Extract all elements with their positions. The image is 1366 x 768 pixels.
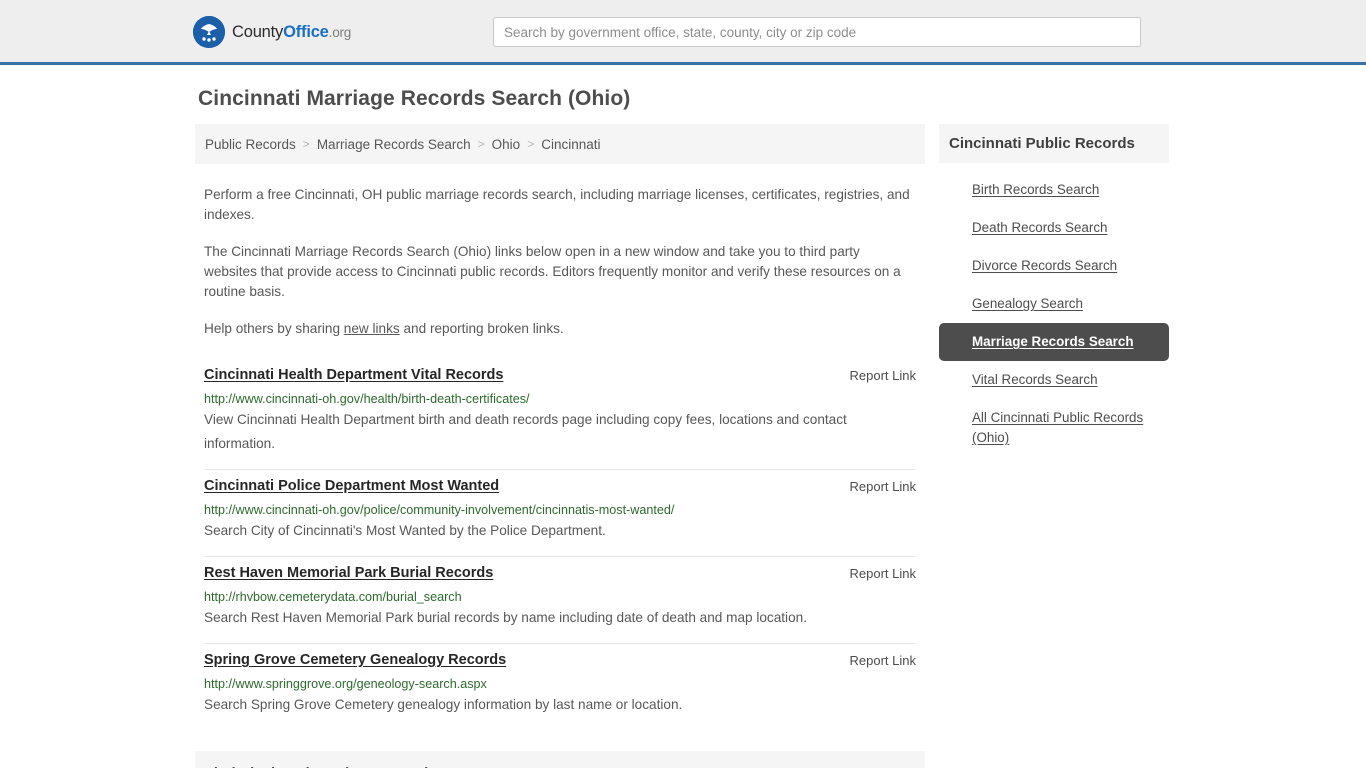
- logo-text-org: .org: [328, 24, 352, 40]
- site-logo[interactable]: CountyOffice.org: [193, 16, 351, 48]
- result-url-link[interactable]: http://www.springgrove.org/geneology-sea…: [204, 677, 916, 691]
- sidebar-title: Cincinnati Public Records: [949, 135, 1135, 152]
- report-link-button[interactable]: Report Link: [850, 478, 916, 494]
- breadcrumb-separator-icon: >: [527, 137, 535, 151]
- sidebar-list-item: Divorce Records Search: [939, 247, 1169, 285]
- sidebar-list: Birth Records Search Death Records Searc…: [939, 163, 1169, 457]
- sidebar-item-all-cincinnati-public-records[interactable]: All Cincinnati Public Records (Ohio): [939, 399, 1169, 457]
- intro-paragraph-3: Help others by sharing new links and rep…: [204, 319, 916, 339]
- breadcrumb-item-marriage-records-search[interactable]: Marriage Records Search: [317, 137, 471, 152]
- result-item: Cincinnati Police Department Most Wanted…: [204, 471, 916, 557]
- intro-paragraph-3-prefix: Help others by sharing: [204, 321, 344, 336]
- sidebar-item-vital-records-search[interactable]: Vital Records Search: [939, 361, 1169, 399]
- result-description: View Cincinnati Health Department birth …: [204, 412, 847, 451]
- result-url-link[interactable]: http://rhvbow.cemeterydata.com/burial_se…: [204, 590, 916, 604]
- sidebar-item-death-records-search[interactable]: Death Records Search: [939, 209, 1169, 247]
- result-url-link[interactable]: http://www.cincinnati-oh.gov/health/birt…: [204, 392, 916, 406]
- sidebar-item-birth-records-search[interactable]: Birth Records Search: [939, 171, 1169, 209]
- result-description: Search City of Cincinnati's Most Wanted …: [204, 523, 606, 538]
- breadcrumb: Public Records > Marriage Records Search…: [195, 124, 925, 164]
- result-header: Rest Haven Memorial Park Burial Records …: [204, 565, 916, 581]
- page-title: Cincinnati Marriage Records Search (Ohio…: [198, 87, 631, 110]
- result-title-link[interactable]: Cincinnati Police Department Most Wanted: [204, 478, 499, 494]
- intro-paragraph-2: The Cincinnati Marriage Records Search (…: [204, 244, 901, 299]
- sidebar-list-item: Genealogy Search: [939, 285, 1169, 323]
- result-item: Spring Grove Cemetery Genealogy Records …: [204, 645, 916, 730]
- search-input[interactable]: [493, 17, 1141, 47]
- breadcrumb-separator-icon: >: [477, 137, 485, 151]
- result-header: Cincinnati Health Department Vital Recor…: [204, 367, 916, 383]
- result-description: Search Rest Haven Memorial Park burial r…: [204, 610, 807, 625]
- eagle-seal-icon: [193, 16, 225, 48]
- breadcrumb-item-public-records[interactable]: Public Records: [205, 137, 296, 152]
- new-links-link[interactable]: new links: [344, 321, 400, 336]
- breadcrumb-item-cincinnati[interactable]: Cincinnati: [541, 137, 600, 152]
- breadcrumb-separator-icon: >: [302, 137, 310, 151]
- find-records-panel: Find Cincinnati Marriage Records: [195, 751, 925, 768]
- sidebar-item-marriage-records-search[interactable]: Marriage Records Search: [939, 323, 1169, 361]
- result-header: Spring Grove Cemetery Genealogy Records …: [204, 652, 916, 668]
- sidebar-list-item: All Cincinnati Public Records (Ohio): [939, 399, 1169, 457]
- site-logo-text: CountyOffice.org: [232, 23, 351, 42]
- intro-section: Perform a free Cincinnati, OH public mar…: [195, 185, 925, 339]
- result-title-link[interactable]: Rest Haven Memorial Park Burial Records: [204, 565, 493, 581]
- sidebar: Cincinnati Public Records Birth Records …: [939, 124, 1169, 457]
- sidebar-header: Cincinnati Public Records: [939, 124, 1169, 163]
- sidebar-list-item: Birth Records Search: [939, 171, 1169, 209]
- result-title-link[interactable]: Spring Grove Cemetery Genealogy Records: [204, 652, 506, 668]
- intro-paragraph-1: Perform a free Cincinnati, OH public mar…: [204, 187, 910, 222]
- result-header: Cincinnati Police Department Most Wanted…: [204, 478, 916, 494]
- result-title-link[interactable]: Cincinnati Health Department Vital Recor…: [204, 367, 503, 383]
- sidebar-list-item: Vital Records Search: [939, 361, 1169, 399]
- intro-paragraph-3-suffix: and reporting broken links.: [399, 321, 564, 336]
- main-content: Public Records > Marriage Records Search…: [195, 124, 925, 768]
- site-header: CountyOffice.org: [0, 0, 1366, 65]
- report-link-button[interactable]: Report Link: [850, 367, 916, 383]
- result-url-link[interactable]: http://www.cincinnati-oh.gov/police/comm…: [204, 503, 916, 517]
- sidebar-list-item: Marriage Records Search: [939, 323, 1169, 361]
- sidebar-item-genealogy-search[interactable]: Genealogy Search: [939, 285, 1169, 323]
- logo-text-office: Office: [283, 22, 329, 41]
- results-list: Cincinnati Health Department Vital Recor…: [195, 360, 925, 730]
- result-item: Cincinnati Health Department Vital Recor…: [204, 360, 916, 470]
- result-description: Search Spring Grove Cemetery genealogy i…: [204, 697, 683, 712]
- report-link-button[interactable]: Report Link: [850, 652, 916, 668]
- result-item: Rest Haven Memorial Park Burial Records …: [204, 558, 916, 644]
- breadcrumb-item-ohio[interactable]: Ohio: [492, 137, 521, 152]
- sidebar-item-divorce-records-search[interactable]: Divorce Records Search: [939, 247, 1169, 285]
- report-link-button[interactable]: Report Link: [850, 565, 916, 581]
- sidebar-list-item: Death Records Search: [939, 209, 1169, 247]
- logo-text-county: County: [232, 22, 284, 41]
